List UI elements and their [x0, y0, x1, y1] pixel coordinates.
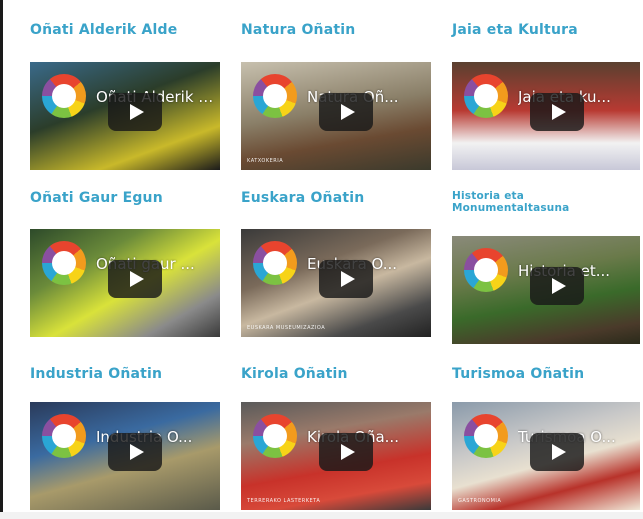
play-icon[interactable]	[319, 93, 373, 131]
video-title[interactable]: Oñati Gaur Egun	[30, 190, 163, 206]
onati-logo-icon	[42, 414, 86, 458]
video-thumbnail[interactable]: Oñati Alderik Alde...	[30, 62, 220, 170]
video-title[interactable]: Jaia eta Kultura	[452, 22, 578, 38]
video-thumbnail[interactable]: Kirola Oña... TERRERAKO LASTERKETA	[241, 402, 431, 510]
play-icon[interactable]	[319, 433, 373, 471]
onati-logo-icon	[464, 74, 508, 118]
play-icon[interactable]	[108, 93, 162, 131]
onati-logo-icon	[464, 248, 508, 292]
video-thumbnail[interactable]: Jaia eta ku...	[452, 62, 640, 170]
video-title[interactable]: Euskara Oñatin	[241, 190, 364, 206]
video-title[interactable]: Turismoa Oñatin	[452, 366, 584, 382]
onati-logo-icon	[253, 74, 297, 118]
play-icon[interactable]	[530, 267, 584, 305]
video-thumbnail[interactable]: Natura Oñ... KATXOKERIA	[241, 62, 431, 170]
onati-logo-icon	[253, 414, 297, 458]
play-icon[interactable]	[108, 433, 162, 471]
video-title[interactable]: Oñati Alderik Alde	[30, 22, 177, 38]
video-thumbnail[interactable]: Oñati gaur ...	[30, 229, 220, 337]
video-thumbnail[interactable]: Historia et...	[452, 236, 640, 344]
thumbnail-caption: GASTRONOMIA	[458, 498, 502, 504]
video-thumbnail[interactable]: Industria O...	[30, 402, 220, 510]
play-icon[interactable]	[530, 433, 584, 471]
video-title[interactable]: Kirola Oñatin	[241, 366, 348, 382]
play-icon[interactable]	[319, 260, 373, 298]
video-thumbnail[interactable]: Euskara O... EUSKARA MUSEUMIZAZIOA	[241, 229, 431, 337]
onati-logo-icon	[42, 241, 86, 285]
video-thumbnail[interactable]: Turismoa O... GASTRONOMIA	[452, 402, 640, 510]
window-frame-edge	[0, 0, 3, 519]
thumbnail-caption: KATXOKERIA	[247, 158, 284, 164]
thumbnail-caption: TERRERAKO LASTERKETA	[247, 498, 321, 504]
play-icon[interactable]	[108, 260, 162, 298]
thumbnail-caption: EUSKARA MUSEUMIZAZIOA	[247, 325, 326, 331]
video-title[interactable]: Historia eta Monumentaltasuna	[452, 190, 602, 214]
video-title[interactable]: Natura Oñatin	[241, 22, 355, 38]
play-icon[interactable]	[530, 93, 584, 131]
video-title[interactable]: Industria Oñatin	[30, 366, 162, 382]
onati-logo-icon	[253, 241, 297, 285]
onati-logo-icon	[464, 414, 508, 458]
page-bottom-strip	[0, 512, 643, 519]
onati-logo-icon	[42, 74, 86, 118]
